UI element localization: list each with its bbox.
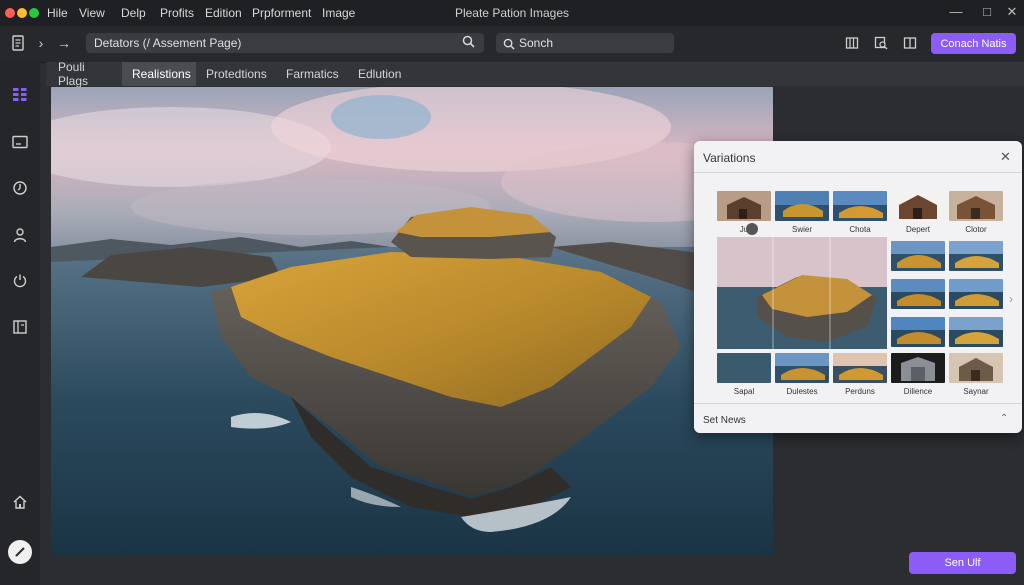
variation-preview[interactable] <box>717 237 887 349</box>
edit-icon[interactable] <box>8 540 32 564</box>
sen-ulf-button[interactable]: Sen Ulf <box>909 552 1016 574</box>
user-icon[interactable] <box>10 225 30 245</box>
zoom-window-dot[interactable] <box>29 8 39 18</box>
variation-label: Dilience <box>903 387 933 396</box>
variation-label: Dulestes <box>786 387 818 396</box>
close-icon[interactable]: ✕ <box>1000 149 1011 165</box>
search-placeholder: Sonch <box>519 36 554 50</box>
variation-thumb[interactable] <box>891 317 945 347</box>
variation-thumb[interactable] <box>775 353 829 383</box>
panel-divider <box>694 172 1022 173</box>
variation-thumb[interactable] <box>949 317 1003 347</box>
variation-thumb[interactable] <box>891 279 945 309</box>
variation-thumb[interactable] <box>775 191 829 221</box>
close-icon[interactable]: ✕ <box>1004 4 1020 20</box>
menu-help[interactable]: Delp <box>121 6 146 20</box>
document-icon[interactable] <box>9 35 27 54</box>
close-window-dot[interactable] <box>5 8 15 18</box>
variation-thumb[interactable] <box>949 241 1003 271</box>
book-icon[interactable] <box>10 317 30 337</box>
history-icon[interactable] <box>10 178 30 198</box>
chevron-right-icon[interactable]: › <box>1009 292 1013 306</box>
variation-thumb[interactable] <box>891 191 945 221</box>
variation-thumb[interactable] <box>833 353 887 383</box>
minimize-window-dot[interactable] <box>17 8 27 18</box>
tab-realistions[interactable]: Realistions <box>122 62 196 86</box>
variation-thumb[interactable] <box>717 353 771 383</box>
tab-protedtions[interactable]: Protedtions <box>196 62 276 86</box>
conach-natis-button[interactable]: Conach Natis <box>931 33 1016 54</box>
menu-profits[interactable]: Profits <box>160 6 194 20</box>
maximize-icon[interactable]: □ <box>979 4 995 19</box>
minimize-icon[interactable]: — <box>948 4 964 19</box>
menu-performent[interactable]: Prpforment <box>252 6 311 20</box>
menu-file[interactable]: Hile <box>47 6 68 20</box>
arrow-right-icon[interactable]: → <box>55 35 73 51</box>
landscape-image <box>51 87 773 555</box>
variation-thumb[interactable] <box>949 279 1003 309</box>
variation-thumb[interactable] <box>717 191 771 221</box>
search-icon <box>503 37 515 55</box>
variation-label: Depert <box>905 225 930 234</box>
menu-image[interactable]: Image <box>322 6 355 20</box>
variation-label: Chota <box>849 225 871 234</box>
variation-label: Ju <box>739 225 749 234</box>
tab-pouli-plags[interactable]: Pouli Plags <box>48 60 122 88</box>
tab-edlution[interactable]: Edlution <box>348 62 414 86</box>
chevron-up-icon[interactable]: ⌃ <box>1000 413 1008 424</box>
split-view-icon[interactable] <box>903 36 917 55</box>
menu-edition[interactable]: Edition <box>205 6 242 20</box>
panel-title: Variations <box>703 151 756 165</box>
panel-divider <box>694 403 1022 404</box>
menu-view[interactable]: View <box>79 6 105 20</box>
variation-label: Perduns <box>845 387 875 396</box>
search-icon[interactable] <box>462 35 475 53</box>
variation-thumb[interactable] <box>891 353 945 383</box>
title-bar <box>0 0 1024 26</box>
panels-icon[interactable] <box>845 36 859 55</box>
variation-label: Clotor <box>965 225 987 234</box>
variation-label: Sapal <box>733 387 755 396</box>
image-icon[interactable] <box>10 132 30 152</box>
variation-thumb[interactable] <box>949 191 1003 221</box>
variation-label: Saynar <box>963 387 989 396</box>
variation-thumb[interactable] <box>891 241 945 271</box>
tab-farmatics[interactable]: Farmatics <box>276 62 348 86</box>
variation-thumb[interactable] <box>833 191 887 221</box>
image-canvas[interactable] <box>51 87 773 555</box>
inspect-icon[interactable] <box>874 36 888 55</box>
info-icon[interactable] <box>746 223 758 235</box>
grid-icon[interactable] <box>10 85 30 105</box>
power-icon[interactable] <box>10 271 30 291</box>
variations-panel: Variations ✕ Ju Swier Chota Depert Cloto… <box>694 141 1022 433</box>
variation-thumb[interactable] <box>949 353 1003 383</box>
path-field-value: Detators (/ Assement Page) <box>94 36 242 50</box>
home-icon[interactable] <box>10 492 30 512</box>
chevron-right-icon[interactable]: › <box>32 35 50 51</box>
set-news-label[interactable]: Set News <box>703 415 746 426</box>
variation-label: Swier <box>791 225 812 234</box>
